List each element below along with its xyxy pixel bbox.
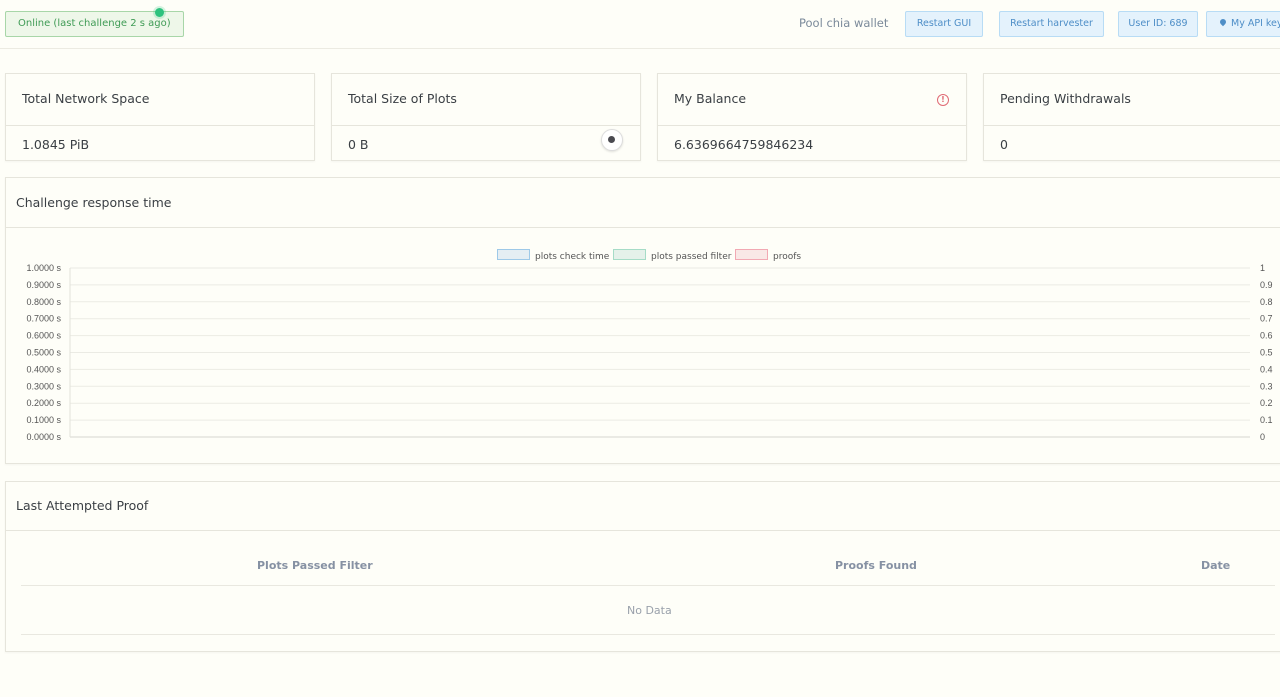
api-key-label: My API key [1231, 18, 1280, 29]
card-value: 6.6369664759846234 [674, 137, 814, 152]
column-header-proofs-found[interactable]: Proofs Found [835, 559, 917, 572]
y-left-tick-label: 0.6000 s [26, 331, 61, 341]
top-bar: Online (last challenge 2 s ago) Pool chi… [0, 0, 1280, 49]
api-key-button[interactable]: My API key [1206, 11, 1280, 37]
proof-panel [5, 481, 1280, 652]
y-left-tick-label: 0.4000 s [26, 364, 61, 374]
pool-wallet-link[interactable]: Pool chia wallet [799, 16, 888, 30]
user-id-button[interactable]: User ID: 689 [1118, 11, 1198, 37]
y-right-tick-label: 0.1 [1260, 415, 1273, 425]
y-left-tick-label: 0.9000 s [26, 280, 61, 290]
key-icon [1218, 17, 1228, 27]
info-icon[interactable]: ! [937, 94, 949, 106]
card-value: 1.0845 PiB [22, 137, 90, 152]
y-left-tick-label: 0.5000 s [26, 348, 61, 358]
legend-swatch [497, 249, 530, 260]
y-right-tick-label: 0.2 [1260, 398, 1273, 408]
column-header-date[interactable]: Date [1201, 559, 1230, 572]
restart-harvester-button[interactable]: Restart harvester [999, 11, 1104, 37]
help-icon[interactable] [601, 129, 623, 151]
y-right-tick-label: 0.9 [1260, 280, 1273, 290]
y-left-tick-label: 0.2000 s [26, 398, 61, 408]
legend-swatch [735, 249, 768, 260]
card-title: My Balance [674, 91, 747, 106]
y-right-tick-label: 0.7 [1260, 314, 1273, 324]
y-right-tick-label: 0.3 [1260, 381, 1273, 391]
y-left-tick-label: 0.1000 s [26, 415, 61, 425]
network-space-card: Total Network Space 1.0845 PiB [5, 73, 315, 161]
table-divider [21, 585, 1275, 586]
y-right-tick-label: 0.5 [1260, 348, 1273, 358]
y-left-tick-label: 0.0000 s [26, 432, 61, 442]
card-title: Pending Withdrawals [1000, 91, 1131, 106]
card-value: 0 B [348, 137, 369, 152]
panel-title: Challenge response time [16, 195, 172, 210]
panel-title: Last Attempted Proof [16, 498, 149, 513]
y-right-tick-label: 0.8 [1260, 297, 1273, 307]
card-title: Total Network Space [22, 91, 150, 106]
table-divider [21, 634, 1275, 635]
challenge-response-chart: 1.0000 s 1 0.9000 s 0.9 0.8000 s 0.8 0.7000 s 0… [26, 263, 1273, 442]
legend-swatch [613, 249, 646, 260]
y-left-tick-label: 1.0000 s [26, 263, 61, 273]
restart-gui-button[interactable]: Restart GUI [905, 11, 983, 37]
online-indicator-icon [155, 8, 164, 17]
balance-card: My Balance ! 6.6369664759846234 [657, 73, 967, 161]
y-left-tick-label: 0.7000 s [26, 314, 61, 324]
column-header-plots-passed[interactable]: Plots Passed Filter [257, 559, 373, 572]
withdrawals-card: Pending Withdrawals 0 [983, 73, 1280, 161]
card-title: Total Size of Plots [348, 91, 457, 106]
y-right-tick-label: 0 [1260, 432, 1265, 442]
y-left-tick-label: 0.8000 s [26, 297, 61, 307]
y-right-tick-label: 0.4 [1260, 364, 1273, 374]
y-right-tick-label: 1 [1260, 263, 1265, 273]
y-right-tick-label: 0.6 [1260, 331, 1273, 341]
card-value: 0 [1000, 137, 1008, 152]
empty-state: No Data [627, 604, 672, 617]
plots-size-card: Total Size of Plots 0 B [331, 73, 641, 161]
y-left-tick-label: 0.3000 s [26, 381, 61, 391]
